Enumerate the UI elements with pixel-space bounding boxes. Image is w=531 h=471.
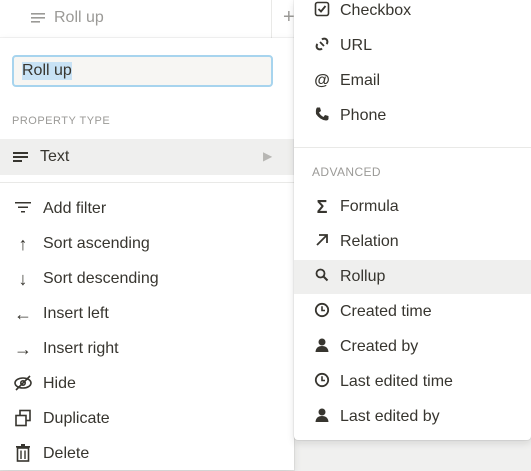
clock-icon <box>312 372 332 392</box>
divider <box>294 147 531 148</box>
property-editor-menu: Roll up PROPERTY TYPE Text ▶ Add filter … <box>0 38 294 470</box>
action-label: Insert right <box>43 340 119 357</box>
type-option-label: Relation <box>340 233 399 250</box>
link-icon <box>312 36 332 56</box>
arrow-right-icon: → <box>14 339 32 359</box>
add-column-button[interactable]: + <box>283 6 295 29</box>
trash-icon <box>12 444 34 464</box>
type-option-created-time[interactable]: Created time <box>294 295 531 329</box>
type-option-label: Created by <box>340 338 419 355</box>
column-header-text: Roll up <box>54 9 104 26</box>
type-option-last-edited-time[interactable]: Last edited time <box>294 365 531 399</box>
type-option-label: Formula <box>340 198 399 215</box>
sigma-icon: Σ <box>316 197 328 217</box>
property-type-value: Text <box>40 148 70 165</box>
action-label: Insert left <box>43 305 109 322</box>
advanced-heading: ADVANCED <box>312 165 381 179</box>
type-option-created-by[interactable]: Created by <box>294 330 531 364</box>
duplicate-button[interactable]: Duplicate <box>0 402 294 436</box>
type-option-url[interactable]: URL <box>294 29 531 63</box>
text-lines-icon <box>31 13 45 23</box>
type-option-email[interactable]: @ Email <box>294 64 531 98</box>
action-label: Duplicate <box>43 410 110 427</box>
action-label: Delete <box>43 445 90 462</box>
add-filter-button[interactable]: Add filter <box>0 192 294 226</box>
clock-icon <box>312 302 332 322</box>
type-option-relation[interactable]: Relation <box>294 225 531 259</box>
action-label: Hide <box>43 375 76 392</box>
type-option-last-edited-by[interactable]: Last edited by <box>294 400 531 434</box>
column-header-label[interactable]: Roll up <box>30 9 104 27</box>
property-type-menu: Checkbox URL @ Email Phone ADVANCED Σ Fo… <box>294 0 531 440</box>
eye-off-icon <box>12 374 34 394</box>
column-header[interactable]: Roll up <box>0 0 300 39</box>
type-option-label: Created time <box>340 303 432 320</box>
person-icon <box>312 407 332 427</box>
at-icon: @ <box>314 72 330 89</box>
search-icon <box>312 267 332 287</box>
property-type-select[interactable]: Text ▶ <box>0 139 294 175</box>
text-lines-icon <box>13 152 28 162</box>
delete-button[interactable]: Delete <box>0 437 294 471</box>
arrow-left-icon: ← <box>14 304 32 324</box>
arrow-down-icon: ↓ <box>18 269 28 289</box>
action-label: Add filter <box>43 200 107 217</box>
type-option-label: Email <box>340 72 381 89</box>
divider <box>0 182 294 183</box>
action-label: Sort ascending <box>43 235 150 252</box>
checkbox-icon <box>312 1 332 21</box>
action-label: Sort descending <box>43 270 159 287</box>
column-separator <box>271 0 272 38</box>
type-option-label: Last edited time <box>340 373 453 390</box>
type-option-label: Rollup <box>340 268 386 285</box>
arrow-up-icon: ↑ <box>18 234 28 254</box>
hide-button[interactable]: Hide <box>0 367 294 401</box>
type-option-phone[interactable]: Phone <box>294 99 531 133</box>
insert-right-button[interactable]: → Insert right <box>0 332 294 366</box>
type-option-formula[interactable]: Σ Formula <box>294 190 531 224</box>
arrow-up-right-icon <box>312 232 332 252</box>
insert-left-button[interactable]: ← Insert left <box>0 297 294 331</box>
chevron-right-icon: ▶ <box>263 149 273 163</box>
sort-descending-button[interactable]: ↓ Sort descending <box>0 262 294 296</box>
type-option-label: Phone <box>340 107 387 124</box>
property-type-heading: PROPERTY TYPE <box>12 115 111 127</box>
type-option-label: URL <box>340 37 373 54</box>
filter-icon <box>12 199 34 219</box>
type-option-rollup[interactable]: Rollup <box>294 260 531 294</box>
type-option-label: Checkbox <box>340 2 412 19</box>
type-option-checkbox[interactable]: Checkbox <box>294 0 531 28</box>
type-option-label: Last edited by <box>340 408 440 425</box>
duplicate-icon <box>12 409 34 429</box>
property-name-value: Roll up <box>22 62 72 80</box>
person-icon <box>312 337 332 357</box>
property-name-input[interactable]: Roll up <box>12 55 273 87</box>
phone-icon <box>312 106 332 126</box>
sort-ascending-button[interactable]: ↑ Sort ascending <box>0 227 294 261</box>
